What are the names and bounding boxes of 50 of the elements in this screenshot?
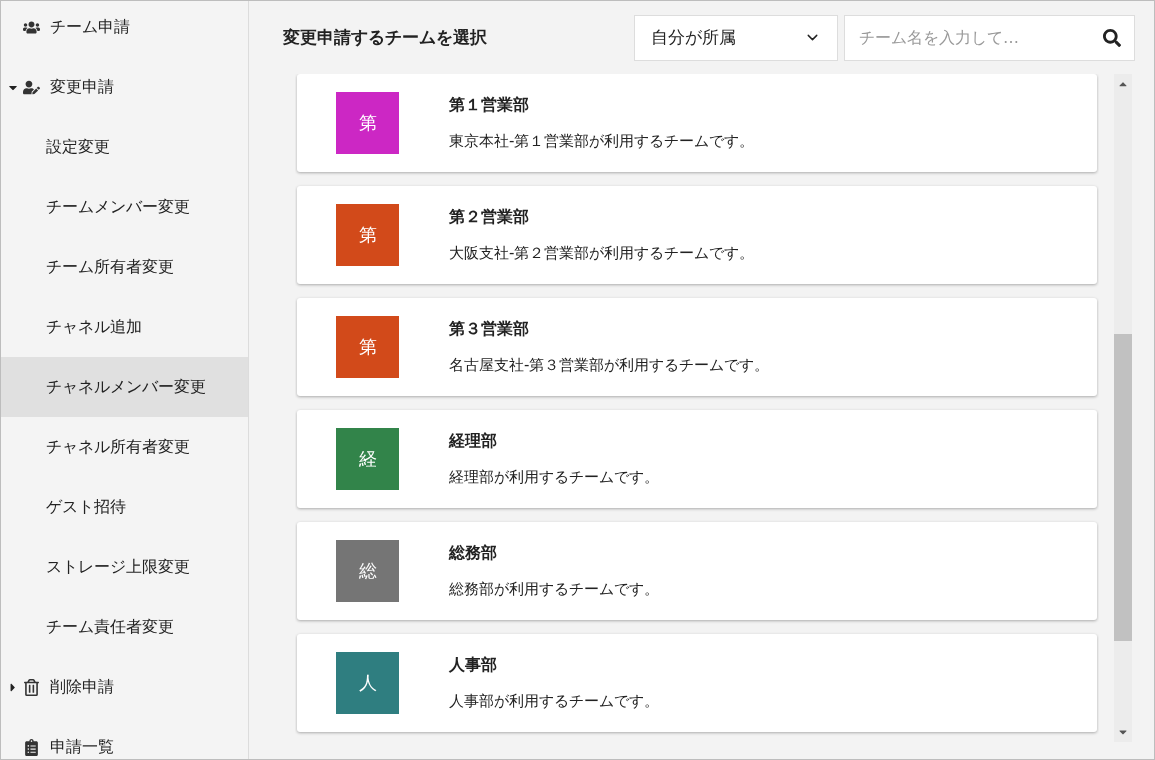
page-title: 変更申請するチームを選択 <box>283 26 488 49</box>
team-avatar: 第 <box>336 204 399 266</box>
team-avatar: 総 <box>336 540 399 602</box>
team-avatar: 経 <box>336 428 399 490</box>
sidebar-item[interactable]: 変更申請 <box>1 57 248 117</box>
sidebar-subitem[interactable]: チャネル所有者変更 <box>1 417 248 477</box>
sidebar-item[interactable]: チーム申請 <box>1 1 248 57</box>
team-avatar: 人 <box>336 652 399 714</box>
filter-dropdown[interactable]: 自分が所属 <box>634 14 838 61</box>
team-avatar: 第 <box>336 92 399 154</box>
sidebar-item-label: 削除申請 <box>50 676 114 698</box>
search-field[interactable]: チーム名を入力して… <box>844 14 1135 61</box>
team-name: 第３営業部 <box>449 319 530 340</box>
trash-icon <box>23 678 40 696</box>
team-description: 大阪支社-第２営業部が利用するチームです。 <box>449 244 755 263</box>
team-name: 経理部 <box>449 431 498 452</box>
sidebar-item-label: 申請一覧 <box>50 736 114 758</box>
team-card[interactable]: 総 総務部 総務部が利用するチームです。 <box>297 522 1097 620</box>
sidebar-item[interactable]: 申請一覧 <box>1 717 248 759</box>
team-name: 人事部 <box>449 655 498 676</box>
sidebar-item-label: 変更申請 <box>50 76 114 98</box>
user-edit-icon <box>23 78 40 96</box>
sidebar-subitem[interactable]: ゲスト招待 <box>1 477 248 537</box>
sidebar-subitem[interactable]: チーム責任者変更 <box>1 597 248 657</box>
team-card[interactable]: 第 第１営業部 東京本社-第１営業部が利用するチームです。 <box>297 74 1097 172</box>
team-card[interactable]: 第 第２営業部 大阪支社-第２営業部が利用するチームです。 <box>297 186 1097 284</box>
scrollbar-track[interactable] <box>1114 74 1132 742</box>
team-description: 経理部が利用するチームです。 <box>449 468 659 487</box>
team-description: 東京本社-第１営業部が利用するチームです。 <box>449 132 755 151</box>
sidebar-subitem[interactable]: 設定変更 <box>1 117 248 177</box>
sidebar-subitem[interactable]: チーム所有者変更 <box>1 237 248 297</box>
sidebar-item-label: チーム申請 <box>50 16 130 38</box>
team-card[interactable]: 人 人事部 人事部が利用するチームです。 <box>297 634 1097 732</box>
clipboard-icon <box>23 738 40 756</box>
sidebar-item[interactable]: 削除申請 <box>1 657 248 717</box>
team-description: 人事部が利用するチームです。 <box>449 692 659 711</box>
scrollbar-thumb[interactable] <box>1114 334 1132 641</box>
search-icon[interactable] <box>1103 28 1121 47</box>
team-description: 名古屋支社-第３営業部が利用するチームです。 <box>449 356 770 375</box>
sidebar-subitem[interactable]: ストレージ上限変更 <box>1 537 248 597</box>
sidebar-subitem[interactable]: チャネル追加 <box>1 297 248 357</box>
team-avatar: 第 <box>336 316 399 378</box>
team-name: 第１営業部 <box>449 95 530 116</box>
team-description: 総務部が利用するチームです。 <box>449 580 659 599</box>
sidebar-subitem[interactable]: チームメンバー変更 <box>1 177 248 237</box>
team-card[interactable]: 第 第３営業部 名古屋支社-第３営業部が利用するチームです。 <box>297 298 1097 396</box>
team-card[interactable]: 経 経理部 経理部が利用するチームです。 <box>297 410 1097 508</box>
team-name: 第２営業部 <box>449 207 530 228</box>
sidebar-subitem[interactable]: チャネルメンバー変更 <box>1 357 248 417</box>
team-name: 総務部 <box>449 543 498 564</box>
